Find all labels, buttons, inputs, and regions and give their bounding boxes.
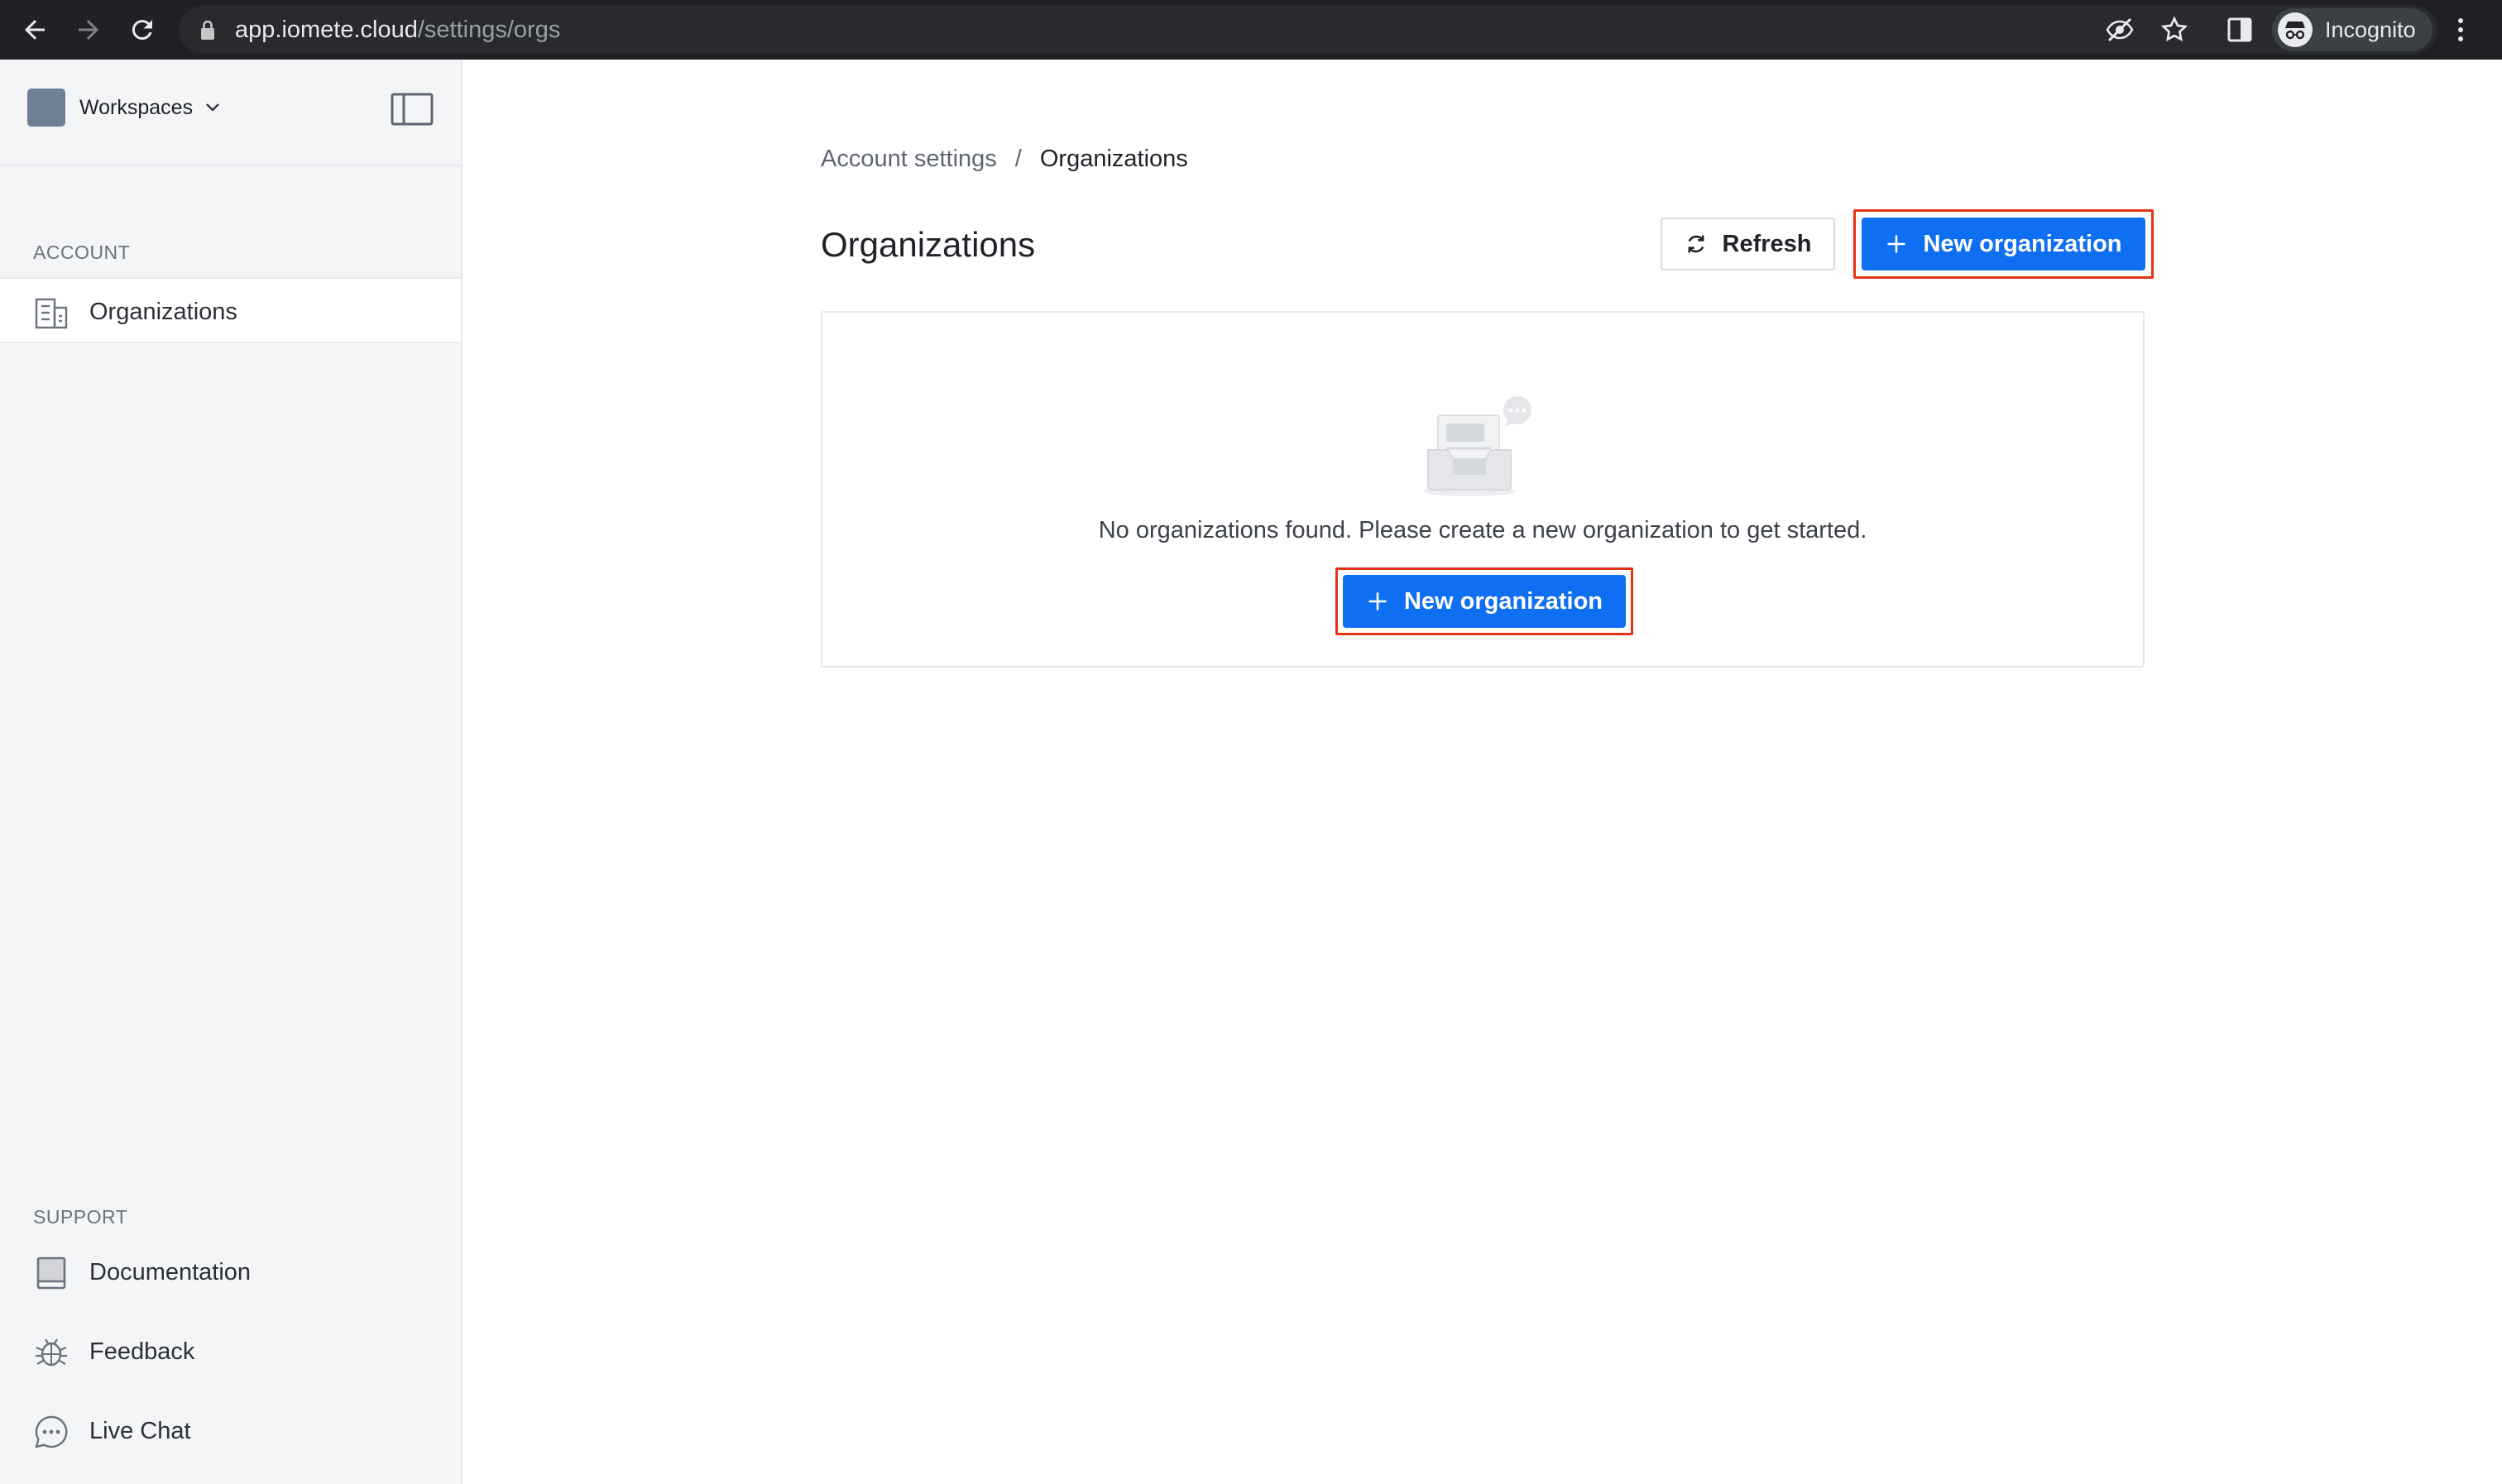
account-section-label: ACCOUNT [33,242,131,263]
breadcrumb: Account settings / Organizations [821,144,1188,174]
more-menu-icon[interactable] [2456,17,2466,43]
page-title: Organizations [821,225,1036,264]
browser-toolbar: app.iomete.cloud/settings/orgs Incognito [0,0,2502,60]
empty-inbox-icon [1423,396,1531,496]
star-icon[interactable] [2159,15,2189,45]
breadcrumb-separator: / [1014,146,1022,172]
plus-icon [1368,592,1387,610]
lock-icon [201,20,214,40]
building-icon [35,298,68,329]
refresh-button[interactable]: Refresh [1661,218,1835,270]
new-organization-button[interactable]: New organization [1862,218,2145,270]
workspace-avatar[interactable] [27,89,65,127]
url-host: app.iomete.cloud [235,17,418,43]
breadcrumb-current: Organizations [1039,146,1188,172]
empty-state-message: No organizations found. Please create a … [1098,517,1867,543]
new-organization-label: New organization [1923,230,2122,257]
sidebar-item-documentation[interactable]: Documentation [0,1239,461,1305]
support-section-label: SUPPORT [33,1206,128,1228]
sidebar-item-live-chat[interactable]: Live Chat [0,1398,461,1464]
sidebar-item-label: Live Chat [89,1418,191,1444]
workspace-header: Workspaces [0,60,461,166]
plus-icon [1887,235,1905,253]
reload-icon[interactable] [127,15,157,45]
eye-off-icon[interactable] [2105,17,2135,43]
url-path: /settings/orgs [417,17,561,43]
side-panel-icon[interactable] [2227,17,2252,42]
workspace-switcher-label[interactable]: Workspaces [79,94,193,121]
sidebar-collapse-icon[interactable] [391,93,434,126]
profile-label: Incognito [2325,17,2416,42]
bug-icon [36,1338,67,1367]
sidebar-item-organizations[interactable]: Organizations [0,277,461,343]
url-text[interactable]: app.iomete.cloud/settings/orgs [235,14,560,45]
breadcrumb-account-settings[interactable]: Account settings [821,146,997,172]
sidebar-item-label: Organizations [89,299,237,325]
empty-state-button-label: New organization [1403,587,1603,615]
sidebar: Workspaces ACCOUNT Organizations SUPPORT [0,60,463,1484]
chevron-down-icon[interactable] [204,98,222,116]
refresh-label: Refresh [1722,230,1812,257]
refresh-icon [1688,235,1704,253]
chat-icon [35,1415,68,1448]
book-icon [36,1257,66,1290]
incognito-icon [2278,12,2313,47]
back-arrow-icon[interactable] [20,15,50,45]
sidebar-item-feedback[interactable]: Feedback [0,1319,461,1385]
empty-state-new-organization-button[interactable]: New organization [1343,575,1626,628]
forward-arrow-icon[interactable] [74,15,103,45]
sidebar-item-label: Feedback [89,1338,195,1365]
sidebar-item-label: Documentation [89,1259,252,1285]
